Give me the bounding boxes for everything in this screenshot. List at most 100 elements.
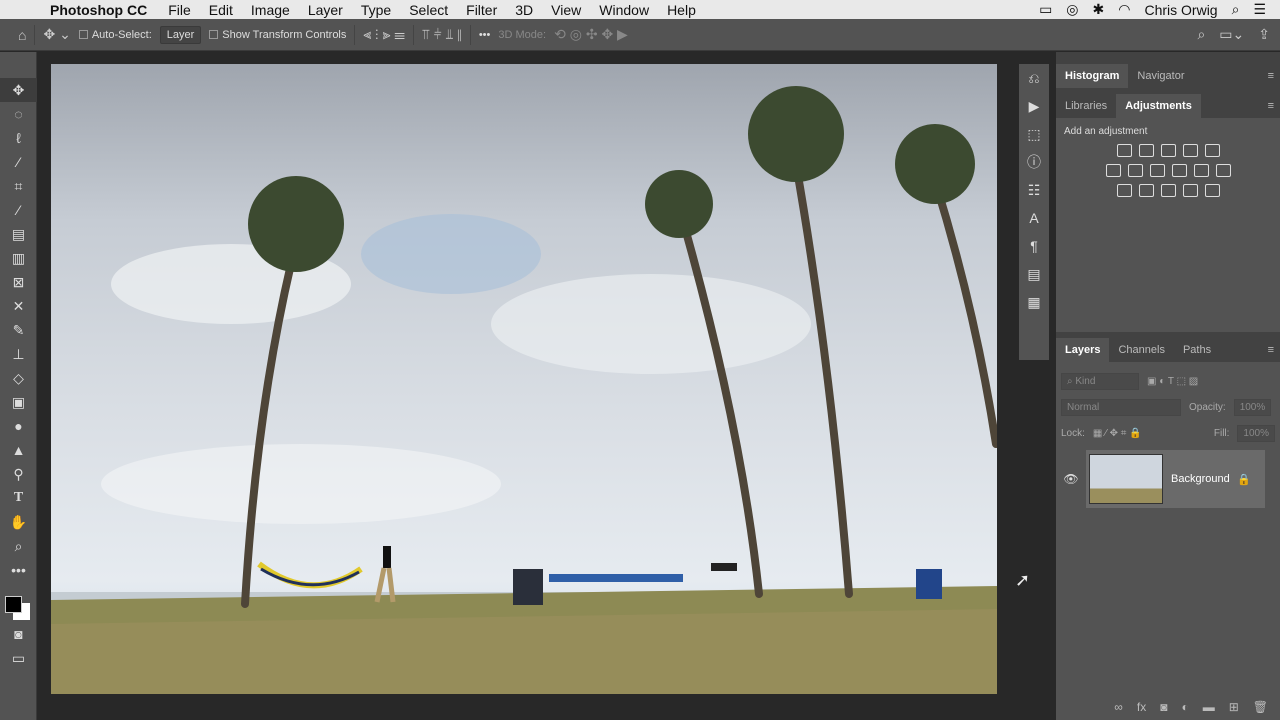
marquee-tool-icon[interactable]: ◌ [0, 102, 37, 126]
panel-menu-icon[interactable]: ≡ [1262, 338, 1280, 362]
sharpen-tool-icon[interactable]: ▲ [0, 438, 37, 462]
quick-select-tool-icon[interactable]: ⁄ [0, 150, 37, 174]
content-aware-move-icon[interactable]: ✕ [0, 294, 37, 318]
panel-menu-icon[interactable]: ≡ [1262, 94, 1280, 118]
menu-3d[interactable]: 3D [506, 2, 542, 18]
type-tool-icon[interactable]: T [0, 486, 37, 510]
adjustment-layer-icon[interactable]: ◐ [1181, 700, 1188, 714]
photo-filter-icon[interactable] [1171, 164, 1187, 177]
more-tools-icon[interactable]: ••• [0, 558, 37, 582]
link-icon[interactable]: ∞ [1114, 700, 1123, 714]
menu-layer[interactable]: Layer [299, 2, 352, 18]
gradient-tool-icon[interactable]: ▣ [0, 390, 37, 414]
properties-icon[interactable]: ☷ [1019, 176, 1049, 204]
group-folder-icon[interactable]: ▬ [1203, 700, 1215, 714]
healing-tool-icon[interactable]: ▤ [0, 222, 37, 246]
wifi-icon[interactable]: ◠ [1118, 1, 1130, 18]
auto-select-checkbox[interactable]: Auto-Select: [78, 29, 152, 41]
show-transform-checkbox[interactable]: Show Transform Controls [209, 29, 346, 41]
color-swatches[interactable] [0, 582, 36, 622]
lasso-tool-icon[interactable]: ℓ [0, 126, 37, 150]
posterize-icon[interactable] [1138, 184, 1154, 197]
bluetooth-icon[interactable]: ✱ [1093, 1, 1105, 18]
menu-view[interactable]: View [542, 2, 590, 18]
visibility-eye-icon[interactable]: 👁 [1056, 472, 1086, 486]
history-icon[interactable]: ⎌ [1019, 64, 1049, 92]
lock-icons[interactable]: ▦ ⁄ ✥ ⌗ 🔒 [1093, 428, 1142, 439]
screen-mode-icon[interactable]: ▭ [0, 646, 37, 670]
notifications-icon[interactable]: ☰ [1253, 1, 1266, 18]
tab-histogram[interactable]: Histogram [1056, 64, 1129, 88]
color-lookup-icon[interactable] [1215, 164, 1231, 177]
fx-icon[interactable]: fx [1137, 700, 1146, 714]
move-tool-icon[interactable]: ✥ ⌄ [43, 26, 70, 43]
3d-icon[interactable]: ⬚ [1019, 120, 1049, 148]
threshold-icon[interactable] [1160, 184, 1176, 197]
tab-libraries[interactable]: Libraries [1056, 94, 1116, 118]
menu-edit[interactable]: Edit [200, 2, 242, 18]
info-icon[interactable]: ⓘ [1019, 148, 1049, 176]
black-white-icon[interactable] [1149, 164, 1165, 177]
levels-icon[interactable] [1138, 144, 1154, 157]
channel-mixer-icon[interactable] [1193, 164, 1209, 177]
opacity-field[interactable]: 100% [1233, 398, 1272, 416]
notes-icon[interactable]: ▦ [1019, 288, 1049, 316]
mask-icon[interactable]: ◙ [1160, 700, 1167, 714]
curves-icon[interactable] [1160, 144, 1176, 157]
zoom-tool-icon[interactable]: ⌕ [0, 534, 37, 558]
exposure-icon[interactable] [1182, 144, 1198, 157]
search-icon[interactable]: ⌕ [1197, 26, 1205, 43]
character-icon[interactable]: A [1019, 204, 1049, 232]
menu-file[interactable]: File [159, 2, 200, 18]
display-icon[interactable]: ▭ [1039, 1, 1052, 18]
brush-tool-icon[interactable]: ✎ [0, 318, 37, 342]
trash-icon[interactable]: 🗑 [1253, 700, 1268, 714]
align-icons[interactable]: ⫷ ⫶ ⫸ ☰ [363, 26, 404, 43]
selective-color-icon[interactable] [1182, 184, 1198, 197]
blend-mode-select[interactable]: Normal [1061, 398, 1181, 416]
frame-tool-icon[interactable]: ⊠ [0, 270, 37, 294]
tab-layers[interactable]: Layers [1056, 338, 1110, 362]
app-name[interactable]: Photoshop CC [46, 2, 159, 18]
move-tool-icon[interactable]: ✥ [0, 78, 37, 102]
user-name[interactable]: Chris Orwig [1144, 2, 1217, 18]
invert-icon[interactable] [1116, 184, 1132, 197]
glyphs-icon[interactable]: ▤ [1019, 260, 1049, 288]
tab-adjustments[interactable]: Adjustments [1116, 94, 1201, 118]
new-layer-icon[interactable]: ⊞ [1229, 700, 1239, 714]
spotlight-icon[interactable]: ⌕ [1232, 1, 1240, 18]
panel-menu-icon[interactable]: ≡ [1262, 64, 1280, 88]
workspace-icon[interactable]: ▭⌄ [1219, 26, 1244, 43]
layer-select[interactable]: Layer [159, 25, 202, 44]
document-image[interactable] [51, 64, 997, 694]
menu-image[interactable]: Image [242, 2, 299, 18]
eyedropper-tool-icon[interactable]: ⁄ [0, 198, 37, 222]
tab-paths[interactable]: Paths [1174, 338, 1220, 362]
share-icon[interactable]: ⇪ [1258, 26, 1270, 43]
layer-name[interactable]: Background [1171, 473, 1230, 485]
color-balance-icon[interactable] [1127, 164, 1143, 177]
tab-channels[interactable]: Channels [1109, 338, 1173, 362]
distribute-icons[interactable]: ⫪ ⫩ ⫫ ∥ [422, 26, 462, 43]
blur-tool-icon[interactable]: ● [0, 414, 37, 438]
layer-row[interactable]: 👁 Background 🔒 [1056, 450, 1280, 508]
menu-window[interactable]: Window [590, 2, 658, 18]
menu-type[interactable]: Type [352, 2, 400, 18]
vibrance-icon[interactable] [1204, 144, 1220, 157]
dodge-tool-icon[interactable]: ⚲ [0, 462, 37, 486]
brightness-icon[interactable] [1116, 144, 1132, 157]
hue-saturation-icon[interactable] [1105, 164, 1121, 177]
home-icon[interactable]: ⌂ [18, 27, 26, 43]
menu-select[interactable]: Select [400, 2, 457, 18]
tab-navigator[interactable]: Navigator [1128, 64, 1193, 88]
menu-filter[interactable]: Filter [457, 2, 506, 18]
eraser-tool-icon[interactable]: ◇ [0, 366, 37, 390]
gradient-map-icon[interactable] [1204, 184, 1220, 197]
creative-cloud-icon[interactable]: ◎ [1066, 1, 1078, 18]
patch-tool-icon[interactable]: ▥ [0, 246, 37, 270]
crop-tool-icon[interactable]: ⌗ [0, 174, 37, 198]
kind-filter[interactable]: ⌕ Kind [1061, 372, 1139, 390]
fill-field[interactable]: 100% [1237, 424, 1275, 442]
hand-tool-icon[interactable]: ✋ [0, 510, 37, 534]
filter-icons[interactable]: ▣ ◐ T ⬚ ▨ [1147, 376, 1198, 387]
